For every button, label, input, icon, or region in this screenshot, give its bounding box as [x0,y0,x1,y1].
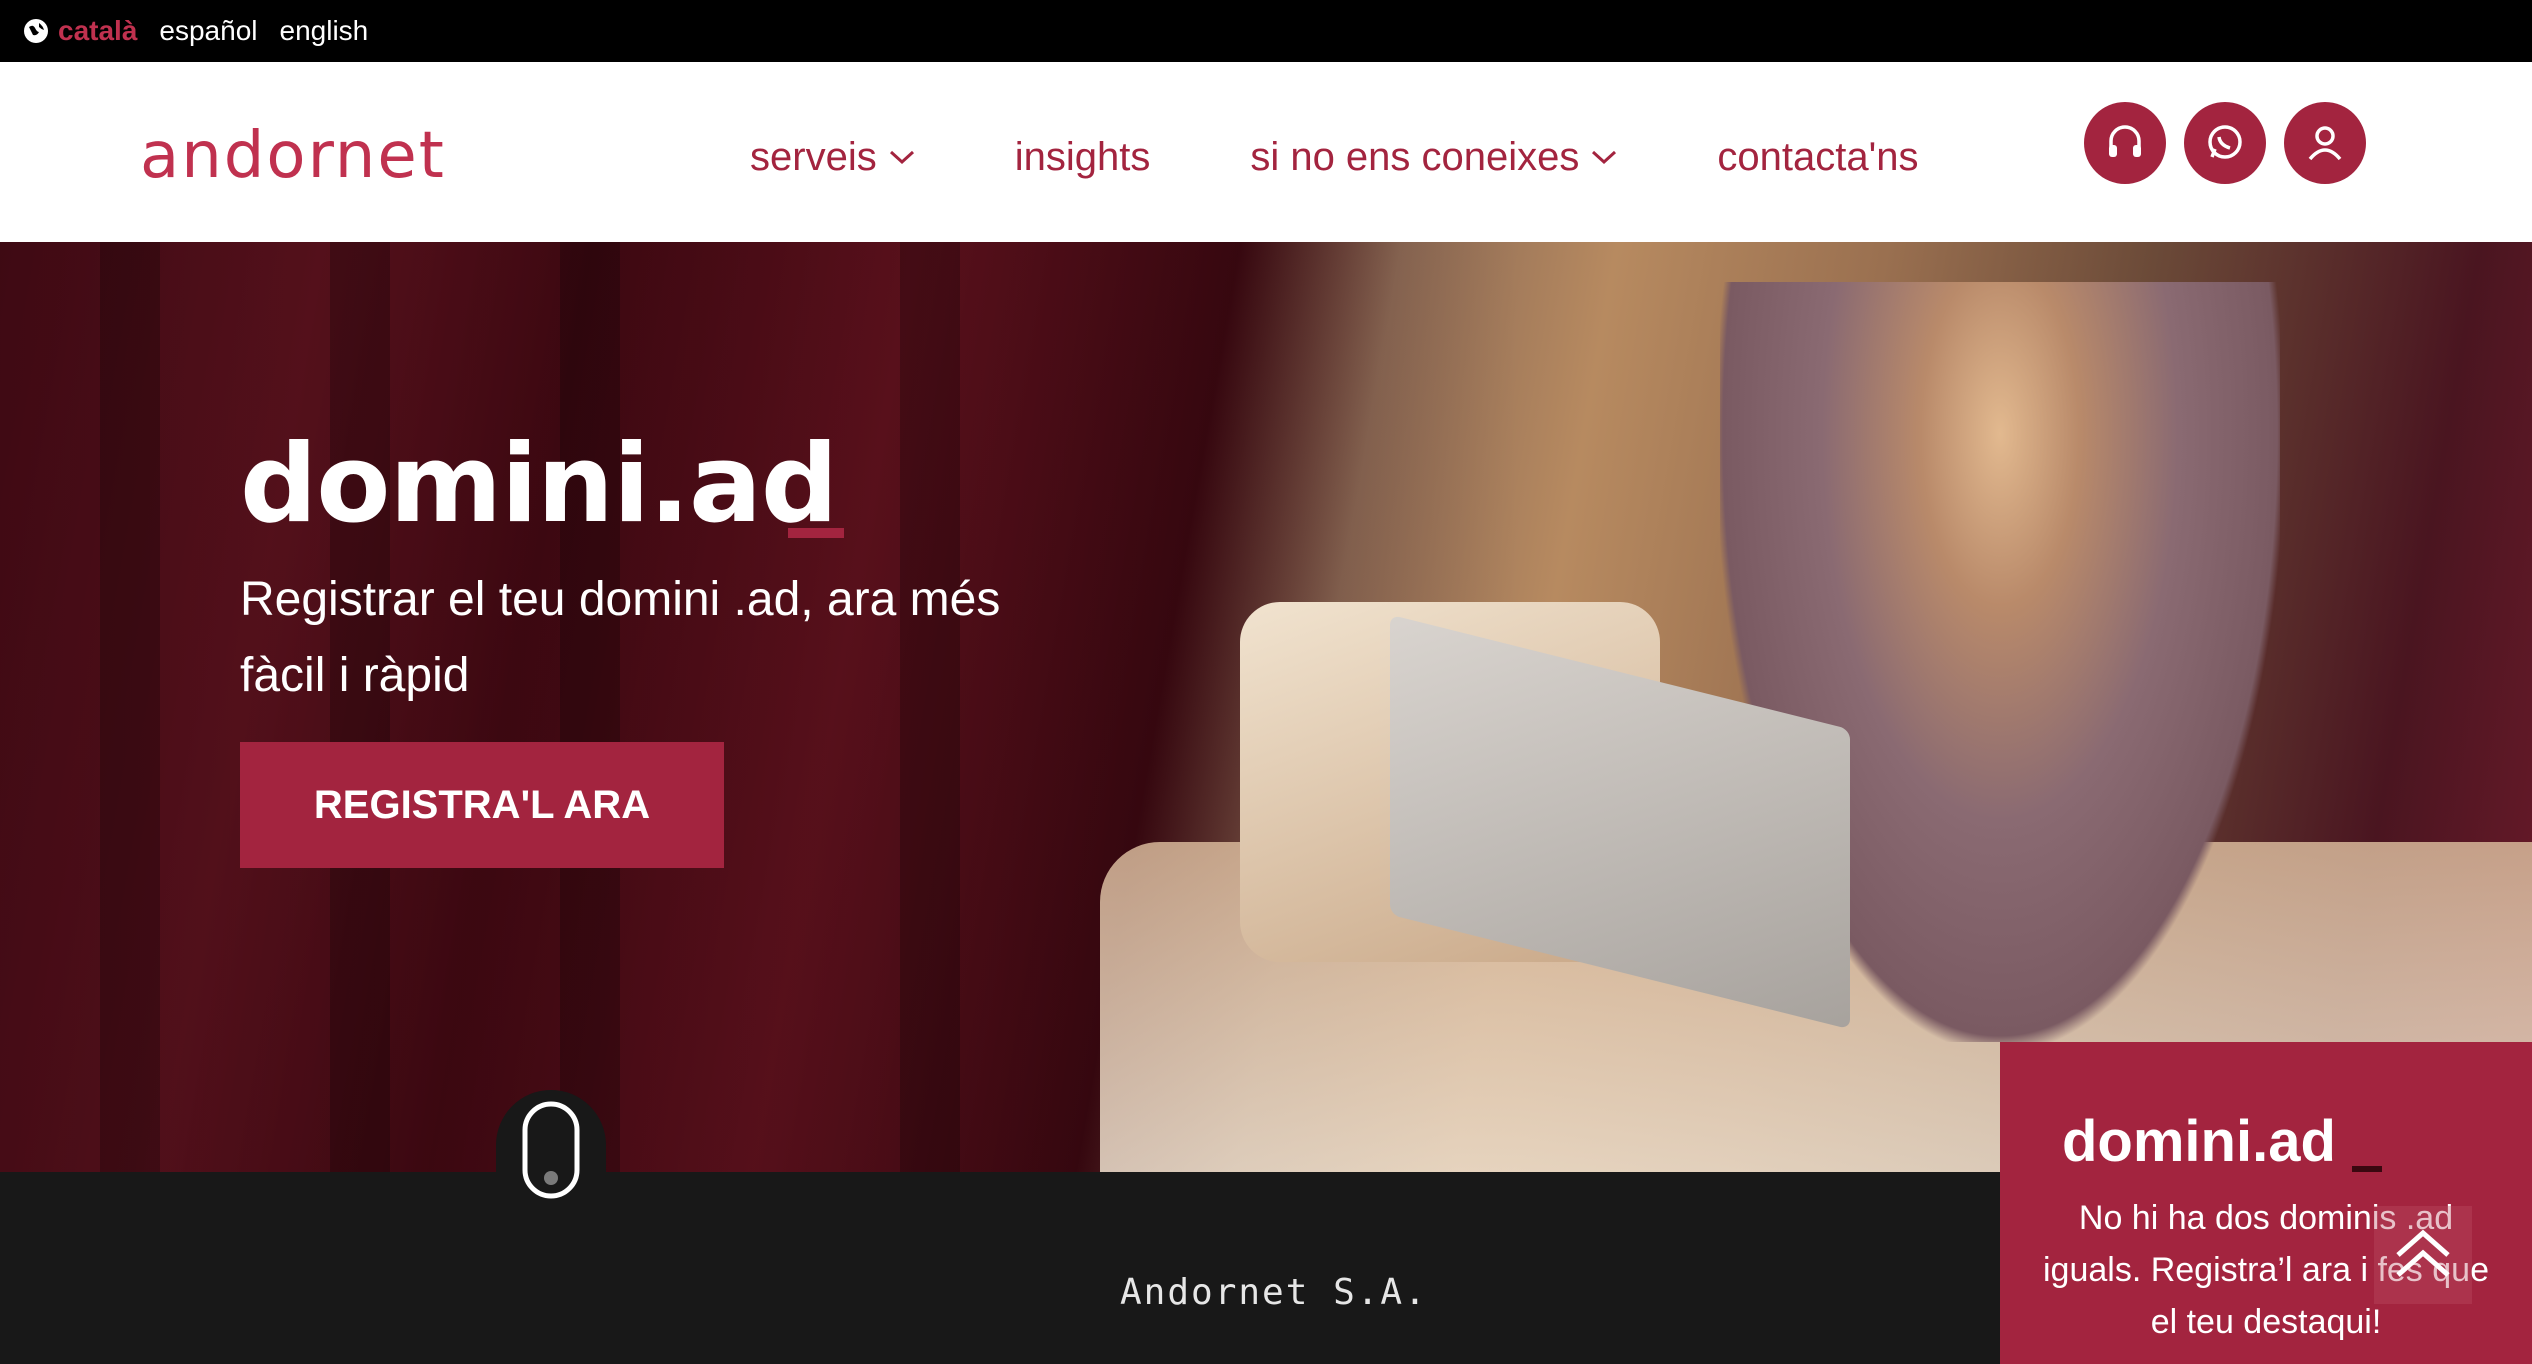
andornet-logo[interactable]: andornet [140,119,480,193]
promo-title: domini.ad [2062,1109,2336,1174]
nav-coneixes-label: si no ens coneixes [1250,134,1580,179]
double-chevron-up-icon [2396,1229,2450,1277]
register-now-button[interactable]: REGISTRA'L ARA [240,742,724,868]
nav-insights[interactable]: insights [1015,135,1151,180]
language-bar: català español english [0,0,2532,62]
nav-insights-label: insights [1014,134,1151,179]
hero-title: domini.ad [240,422,838,547]
whatsapp-icon [2208,125,2242,159]
lang-catala[interactable]: català [58,15,137,47]
hero-banner: domini.ad Registrar el teu domini .ad, a… [0,242,2532,1172]
user-icon [2308,126,2342,161]
lang-english[interactable]: english [280,15,369,47]
nav-coneixes[interactable]: si no ens coneixes [1250,135,1617,180]
header-actions [2084,102,2384,184]
back-to-top-button[interactable] [2374,1206,2472,1304]
site-header: andornet serveis insights si no ens cone… [0,62,2532,242]
svg-text:andornet: andornet [140,122,446,192]
globe-icon [22,17,50,45]
hero-subtitle: Registrar el teu domini .ad, ara més fàc… [240,573,1001,702]
mouse-icon [522,1101,580,1199]
nav-serveis-label: serveis [750,134,877,179]
company-name: Andornet S.A. [1120,1272,1428,1313]
curtain-fold [100,242,160,1172]
promo-underscore [2352,1166,2382,1172]
support-button[interactable] [2084,102,2166,184]
lang-espanol[interactable]: español [159,15,257,47]
nav-contact-label: contacta'ns [1717,134,1919,179]
promo-card[interactable]: domini.ad No hi ha dos dominis .ad igual… [2000,1042,2532,1364]
title-underscore [788,528,844,538]
scroll-down-indicator[interactable] [496,1090,606,1210]
nav-contact[interactable]: contacta'ns [1717,135,1918,180]
chevron-down-icon [1592,150,1617,165]
whatsapp-button[interactable] [2184,102,2266,184]
chevron-down-icon [889,150,914,165]
account-button[interactable] [2284,102,2366,184]
main-nav: serveis insights si no ens coneixes cont… [750,122,2019,192]
headset-icon [2109,125,2141,157]
nav-serveis[interactable]: serveis [750,135,915,180]
